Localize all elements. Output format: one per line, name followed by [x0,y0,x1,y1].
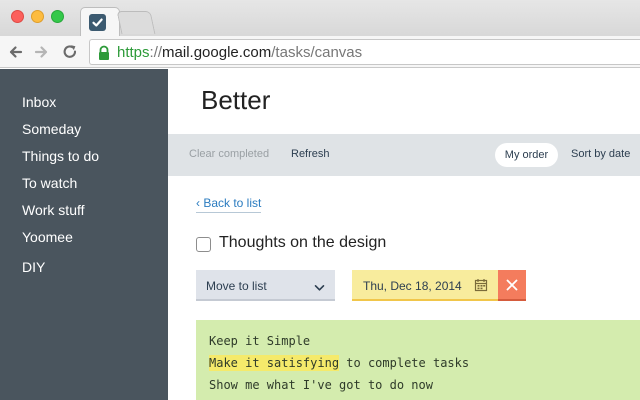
move-to-list-label: Move to list [206,279,267,293]
note-line: Show me what I've got to do now [209,378,433,392]
sort-by-date-button[interactable]: Sort by date [571,148,630,160]
main-panel: Better Clear completed Refresh My order … [168,69,640,400]
zoom-window-button[interactable] [51,10,64,23]
browser-window: https://mail.google.com/tasks/canvas Inb… [0,0,640,400]
note-text: to complete tasks [339,356,470,370]
calendar-icon[interactable] [474,278,488,295]
back-to-list-link[interactable]: ‹ Back to list [196,196,262,213]
url-scheme: https [117,44,150,61]
due-date-field[interactable]: Thu, Dec 18, 2014 [352,270,498,301]
close-icon [506,279,518,291]
my-order-button[interactable]: My order [495,143,558,167]
title-bar [0,0,640,36]
new-tab-button[interactable] [116,11,156,34]
minimize-window-button[interactable] [31,10,44,23]
url-host: mail.google.com [162,44,272,61]
url-path: /tasks/canvas [271,44,363,61]
move-to-list-select[interactable]: Move to list [196,270,335,301]
sidebar-item-inbox[interactable]: Inbox [22,94,56,110]
action-bar: Clear completed Refresh My order Sort by… [168,134,640,176]
browser-toolbar: https://mail.google.com/tasks/canvas [0,36,640,68]
checkmark-icon [89,14,106,31]
clear-date-button[interactable] [498,270,526,301]
tab-active[interactable] [80,7,120,36]
arrow-right-icon[interactable] [31,42,51,62]
close-window-button[interactable] [11,10,24,23]
arrow-left-icon[interactable] [6,42,26,62]
url-separator: :// [149,44,163,61]
sidebar-item-work-stuff[interactable]: Work stuff [22,202,85,218]
due-date-value: Thu, Dec 18, 2014 [363,279,462,293]
sidebar-item-someday[interactable]: Someday [22,121,81,137]
note-line: Keep it Simple [209,334,311,348]
note-highlight: Make it satisfying [209,355,340,371]
sidebar-item-diy[interactable]: DIY [22,259,45,275]
task-complete-checkbox[interactable] [196,237,211,252]
note-line: Make it satisfying to complete tasks [209,355,470,371]
page-title: Better [201,85,271,115]
sidebar-item-to-watch[interactable]: To watch [22,175,77,191]
sidebar: Inbox Someday Things to do To watch Work… [0,69,168,400]
task-title[interactable]: Thoughts on the design [219,234,386,252]
reload-icon[interactable] [60,42,80,62]
chevron-down-icon [314,281,325,295]
sidebar-item-things-to-do[interactable]: Things to do [22,148,99,164]
url-text: https://mail.google.com/tasks/canvas [117,44,362,62]
address-bar[interactable]: https://mail.google.com/tasks/canvas [89,39,640,65]
lock-icon [96,45,112,61]
task-notes[interactable]: Keep it Simple Make it satisfying to com… [196,320,640,400]
clear-completed-button[interactable]: Clear completed [189,148,269,160]
sidebar-item-yoomee[interactable]: Yoomee [22,229,73,245]
refresh-button[interactable]: Refresh [291,148,330,160]
